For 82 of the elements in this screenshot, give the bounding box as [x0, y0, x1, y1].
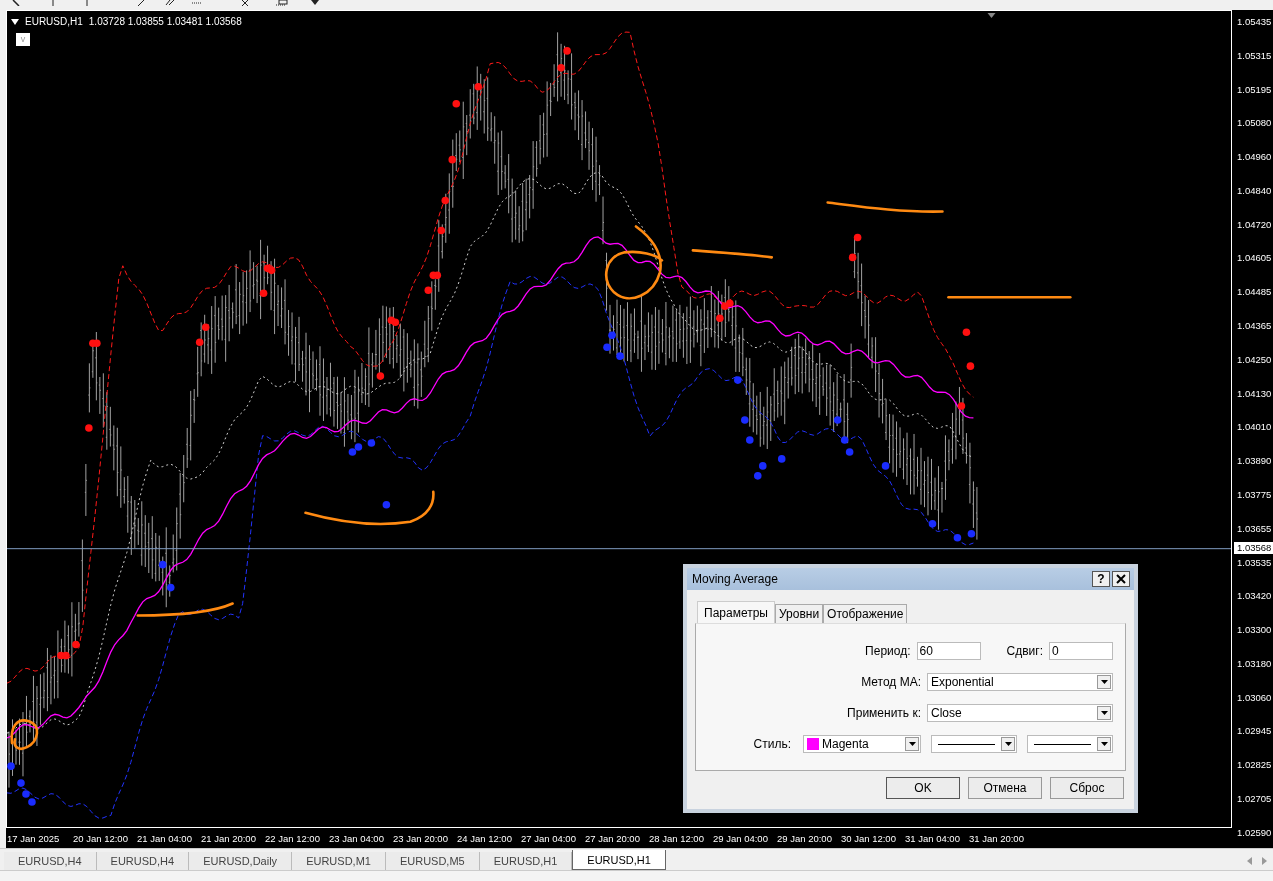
price-label: 1.02590: [1237, 825, 1273, 840]
time-label: 23 Jan 04:00: [329, 832, 385, 844]
time-label: 28 Jan 12:00: [649, 832, 705, 844]
dropdown-arrow-icon[interactable]: [1100, 742, 1108, 746]
price-label: 1.03775: [1237, 487, 1273, 502]
chart-tab[interactable]: EURUSD,H1: [572, 850, 666, 870]
price-label: 1.05435: [1237, 15, 1273, 29]
price-label: 1.04130: [1237, 386, 1273, 401]
price-label: 1.05195: [1237, 82, 1273, 97]
time-label: 30 Jan 12:00: [841, 832, 897, 844]
price-label: 1.05315: [1237, 48, 1273, 63]
chart-tab[interactable]: EURUSD,H1: [479, 852, 573, 870]
current-price-label: 1.03568: [1234, 542, 1273, 554]
time-label: 20 Jan 12:00: [73, 832, 129, 844]
apply-label: Применить к:: [847, 706, 921, 720]
price-label: 1.04250: [1237, 352, 1273, 367]
dialog-button[interactable]: OK: [886, 777, 960, 799]
price-label: 1.03890: [1237, 454, 1273, 469]
collapse-arrow-icon[interactable]: [11, 18, 19, 25]
time-label: 22 Jan 12:00: [265, 832, 321, 844]
price-label: 1.03180: [1237, 656, 1273, 671]
price-label: 1.03420: [1237, 589, 1273, 604]
close-button[interactable]: [1112, 571, 1130, 587]
price-label: 1.05080: [1237, 116, 1273, 131]
price-label: 1.03300: [1237, 623, 1273, 638]
method-label: Метод MA:: [861, 675, 921, 689]
dropdown-arrow-icon[interactable]: [1004, 742, 1012, 746]
period-field[interactable]: 60: [916, 642, 981, 660]
price-label: 1.04840: [1237, 183, 1273, 198]
chart-tab[interactable]: EURUSD,Daily: [189, 852, 293, 870]
dropdown-arrow-icon[interactable]: [1100, 680, 1108, 684]
shift-field[interactable]: 0: [1049, 642, 1113, 660]
dropdown-arrow-icon[interactable]: [908, 742, 916, 746]
chart-tab[interactable]: EURUSD,H4: [96, 852, 190, 870]
cursor-icon[interactable]: [10, 0, 22, 6]
price-label: 1.02705: [1237, 791, 1273, 806]
time-label: 31 Jan 20:00: [969, 832, 1025, 844]
style-label: Стиль:: [753, 737, 791, 751]
color-dropdown[interactable]: Magenta: [803, 735, 921, 753]
dropdown-icon[interactable]: [310, 0, 320, 6]
time-label: 29 Jan 04:00: [713, 832, 769, 844]
time-label: 24 Jan 12:00: [457, 832, 513, 844]
dialog-button[interactable]: Сброс: [1050, 777, 1124, 799]
dropdown-arrow-icon[interactable]: [1100, 711, 1108, 715]
price-label: 1.04365: [1237, 319, 1273, 334]
line-style-dropdown[interactable]: [931, 735, 1017, 753]
period-label: Период:: [865, 644, 911, 658]
chart-tab[interactable]: EURUSD,M1: [292, 852, 386, 870]
price-label: 1.04010: [1237, 420, 1273, 435]
price-label: 1.02945: [1237, 724, 1273, 739]
help-button[interactable]: ?: [1092, 571, 1110, 587]
dialog-tab[interactable]: Уровни: [774, 604, 824, 623]
price-label: 1.02825: [1237, 758, 1273, 773]
time-label: 29 Jan 20:00: [777, 832, 833, 844]
chart-tab[interactable]: EURUSD,M5: [385, 852, 480, 870]
dialog-title: Moving Average: [692, 572, 779, 586]
method-dropdown[interactable]: Exponential: [927, 673, 1113, 691]
price-label: 1.04485: [1237, 285, 1273, 300]
shift-marker-icon[interactable]: [987, 13, 996, 18]
time-label: 21 Jan 04:00: [137, 832, 193, 844]
price-label: 1.03060: [1237, 690, 1273, 705]
time-label: 17 Jan 2025: [7, 832, 61, 844]
price-label: 1.03655: [1237, 521, 1273, 536]
chart-tab[interactable]: EURUSD,H4: [4, 852, 97, 870]
apply-dropdown[interactable]: Close: [927, 704, 1113, 722]
dialog-tab[interactable]: Параметры: [697, 601, 775, 623]
dialog-button[interactable]: Отмена: [968, 777, 1042, 799]
time-label: 21 Jan 20:00: [201, 832, 257, 844]
time-label: 27 Jan 20:00: [585, 832, 641, 844]
line-width-dropdown[interactable]: [1027, 735, 1113, 753]
time-label: 27 Jan 04:00: [521, 832, 577, 844]
price-label: 1.04960: [1237, 150, 1273, 165]
time-label: 23 Jan 20:00: [393, 832, 449, 844]
ohlc-values: 1.03728 1.03855 1.03481 1.03568: [88, 16, 242, 27]
price-label: 1.04605: [1237, 251, 1273, 266]
dialog-tab[interactable]: Отображение: [823, 604, 908, 623]
trendline-icon[interactable]: [136, 0, 146, 6]
price-label: 1.04720: [1237, 217, 1273, 232]
shift-label: Сдвиг:: [1006, 644, 1043, 658]
price-label: 1.03535: [1237, 555, 1273, 570]
time-label: 31 Jan 04:00: [905, 832, 961, 844]
symbol-label: EURUSD,H1: [25, 16, 83, 27]
